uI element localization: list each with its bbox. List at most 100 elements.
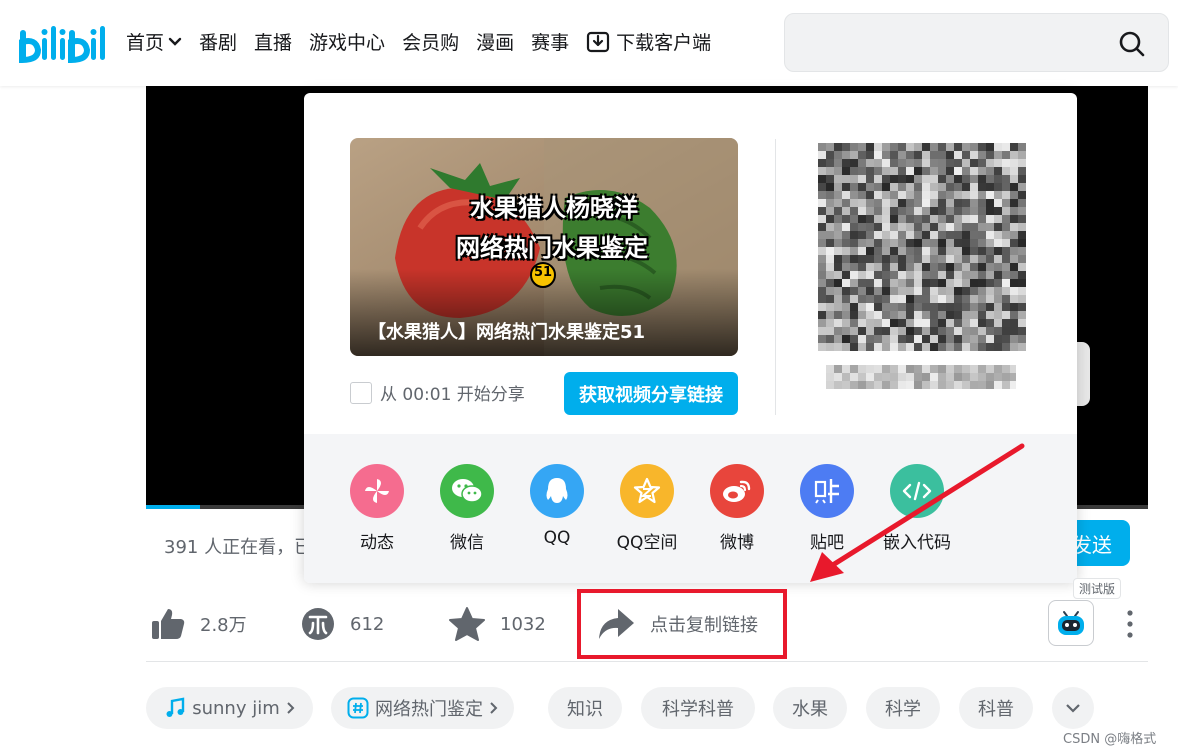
tag-knowledge[interactable]: 知识 <box>548 687 622 729</box>
more-options-icon[interactable] <box>1122 608 1138 640</box>
nav-download-client[interactable]: 下载客户端 <box>586 28 711 55</box>
page: 首页 番剧 直播 游戏中心 会员购 漫画 赛事 下载客户端 391 人正在看，已… <box>0 0 1178 753</box>
share-weibo[interactable]: 微博 <box>692 464 782 553</box>
thumbs-up-icon <box>152 609 185 639</box>
share-wechat[interactable]: 微信 <box>422 464 512 553</box>
start-time-checkbox[interactable] <box>350 381 372 404</box>
coin-button[interactable]: 612 <box>300 600 384 648</box>
nav-game-center-label: 游戏中心 <box>309 32 386 54</box>
get-share-link-button[interactable]: 获取视频分享链接 <box>564 372 738 415</box>
bilibili-logo[interactable] <box>18 20 112 64</box>
nav-esports[interactable]: 赛事 <box>531 28 569 55</box>
share-tieba-label: 贴吧 <box>810 533 844 553</box>
nav-home-label: 首页 <box>126 32 165 54</box>
hashtag-icon <box>347 697 369 719</box>
search-box <box>784 13 1169 72</box>
star-icon <box>449 607 485 641</box>
nav-game-center[interactable]: 游戏中心 <box>309 28 385 55</box>
share-copy-link-label: 点击复制链接 <box>650 615 758 636</box>
search-input[interactable] <box>801 28 1101 58</box>
wechat-icon <box>440 464 494 518</box>
nav-download-label: 下载客户端 <box>616 32 712 54</box>
favorite-button[interactable]: 1032 <box>448 600 546 648</box>
viewer-count: 391 人正在看，已 <box>164 537 313 558</box>
tag-bgm[interactable]: sunny jim <box>146 687 313 729</box>
thumbnail-caption: 【水果猎人】网络热门水果鉴定51 <box>368 322 646 343</box>
tag-science[interactable]: 科学 <box>866 687 940 729</box>
nav-manga[interactable]: 漫画 <box>476 28 514 55</box>
thumbnail-title-line2: 网络热门水果鉴定 <box>456 234 648 262</box>
share-dynamic-label: 动态 <box>360 533 394 553</box>
start-time-label: 从 00:01 开始分享 <box>380 385 525 405</box>
nav-manga-label: 漫画 <box>476 32 515 54</box>
share-embed-code[interactable]: 嵌入代码 <box>872 464 962 553</box>
tag-science-popularization-label: 科学科普 <box>662 699 734 720</box>
video-thumbnail: 水果猎人杨晓洋 网络热门水果鉴定 51 【水果猎人】网络热门水果鉴定51 <box>350 138 738 356</box>
qr-code <box>818 143 1026 351</box>
episode-badge: 51 <box>533 265 553 280</box>
nav-live[interactable]: 直播 <box>254 28 292 55</box>
popup-divider <box>775 139 776 415</box>
nav-mall-label: 会员购 <box>402 32 460 54</box>
watermark: CSDN @嗨格式 <box>1063 732 1157 747</box>
share-button[interactable]: 点击复制链接 <box>596 600 758 648</box>
ai-assistant-button[interactable] <box>1048 600 1094 646</box>
share-wechat-label: 微信 <box>450 533 484 553</box>
tag-science-popularization[interactable]: 科学科普 <box>641 687 755 729</box>
like-button[interactable]: 2.8万 <box>150 600 247 648</box>
tag-topic[interactable]: 网络热门鉴定 <box>331 687 514 729</box>
tag-popsci[interactable]: 科普 <box>959 687 1033 729</box>
tag-bgm-label: sunny jim <box>192 697 280 719</box>
qq-icon <box>530 464 584 518</box>
main-nav: 首页 番剧 直播 游戏中心 会员购 漫画 赛事 下载客户端 <box>126 28 728 55</box>
test-version-badge: 测试版 <box>1073 578 1122 599</box>
share-weibo-label: 微博 <box>720 533 754 553</box>
pinwheel-icon <box>350 464 404 518</box>
share-qq-label: QQ <box>543 528 571 548</box>
coin-count: 612 <box>350 613 385 635</box>
qzone-star-icon <box>620 464 674 518</box>
like-count: 2.8万 <box>200 615 247 636</box>
favorite-count: 1032 <box>500 613 546 635</box>
tieba-icon <box>800 464 854 518</box>
share-embed-code-label: 嵌入代码 <box>883 533 951 553</box>
tag-topic-label: 网络热门鉴定 <box>375 699 483 720</box>
start-time-option[interactable]: 从 00:01 开始分享 <box>350 380 525 405</box>
thumbnail-title-line1: 水果猎人杨晓洋 <box>470 194 638 222</box>
expand-tags-button[interactable] <box>1052 687 1094 729</box>
share-arrow-icon <box>599 609 634 639</box>
nav-bangumi[interactable]: 番剧 <box>199 28 237 55</box>
search-icon[interactable] <box>1118 30 1146 58</box>
tag-knowledge-label: 知识 <box>567 699 603 720</box>
share-tieba[interactable]: 贴吧 <box>782 464 872 553</box>
tag-science-label: 科学 <box>885 699 921 720</box>
nav-mall[interactable]: 会员购 <box>402 28 459 55</box>
top-header: 首页 番剧 直播 游戏中心 会员购 漫画 赛事 下载客户端 <box>0 0 1178 86</box>
music-note-icon <box>164 697 186 719</box>
qr-caption-blurred <box>826 365 1016 389</box>
nav-live-label: 直播 <box>254 32 293 54</box>
share-qq[interactable]: QQ <box>512 464 602 548</box>
weibo-icon <box>710 464 764 518</box>
share-qzone-label: QQ空间 <box>616 533 678 553</box>
share-qzone[interactable]: QQ空间 <box>602 464 692 553</box>
robot-icon <box>1058 611 1084 635</box>
tag-fruit[interactable]: 水果 <box>773 687 847 729</box>
chevron-right-icon <box>489 701 498 715</box>
video-actions: 2.8万 612 1032 点击复制链接 <box>146 600 1148 650</box>
share-popup: 水果猎人杨晓洋 网络热门水果鉴定 51 【水果猎人】网络热门水果鉴定51 从 0… <box>304 93 1077 583</box>
actions-divider <box>146 661 1148 662</box>
chevron-down-icon <box>168 37 182 46</box>
share-targets: 动态 微信 QQ QQ空间 微博 贴吧 嵌入代码 <box>304 434 1077 583</box>
tag-popsci-label: 科普 <box>978 699 1014 720</box>
nav-bangumi-label: 番剧 <box>199 32 238 54</box>
nav-home[interactable]: 首页 <box>126 28 182 55</box>
chevron-right-icon <box>286 701 295 715</box>
chevron-down-icon <box>1066 704 1080 713</box>
share-dynamic[interactable]: 动态 <box>332 464 422 553</box>
nav-esports-label: 赛事 <box>531 32 570 54</box>
coin-icon <box>302 608 334 640</box>
tag-fruit-label: 水果 <box>792 699 828 720</box>
code-icon <box>890 464 944 518</box>
download-icon <box>587 31 610 52</box>
